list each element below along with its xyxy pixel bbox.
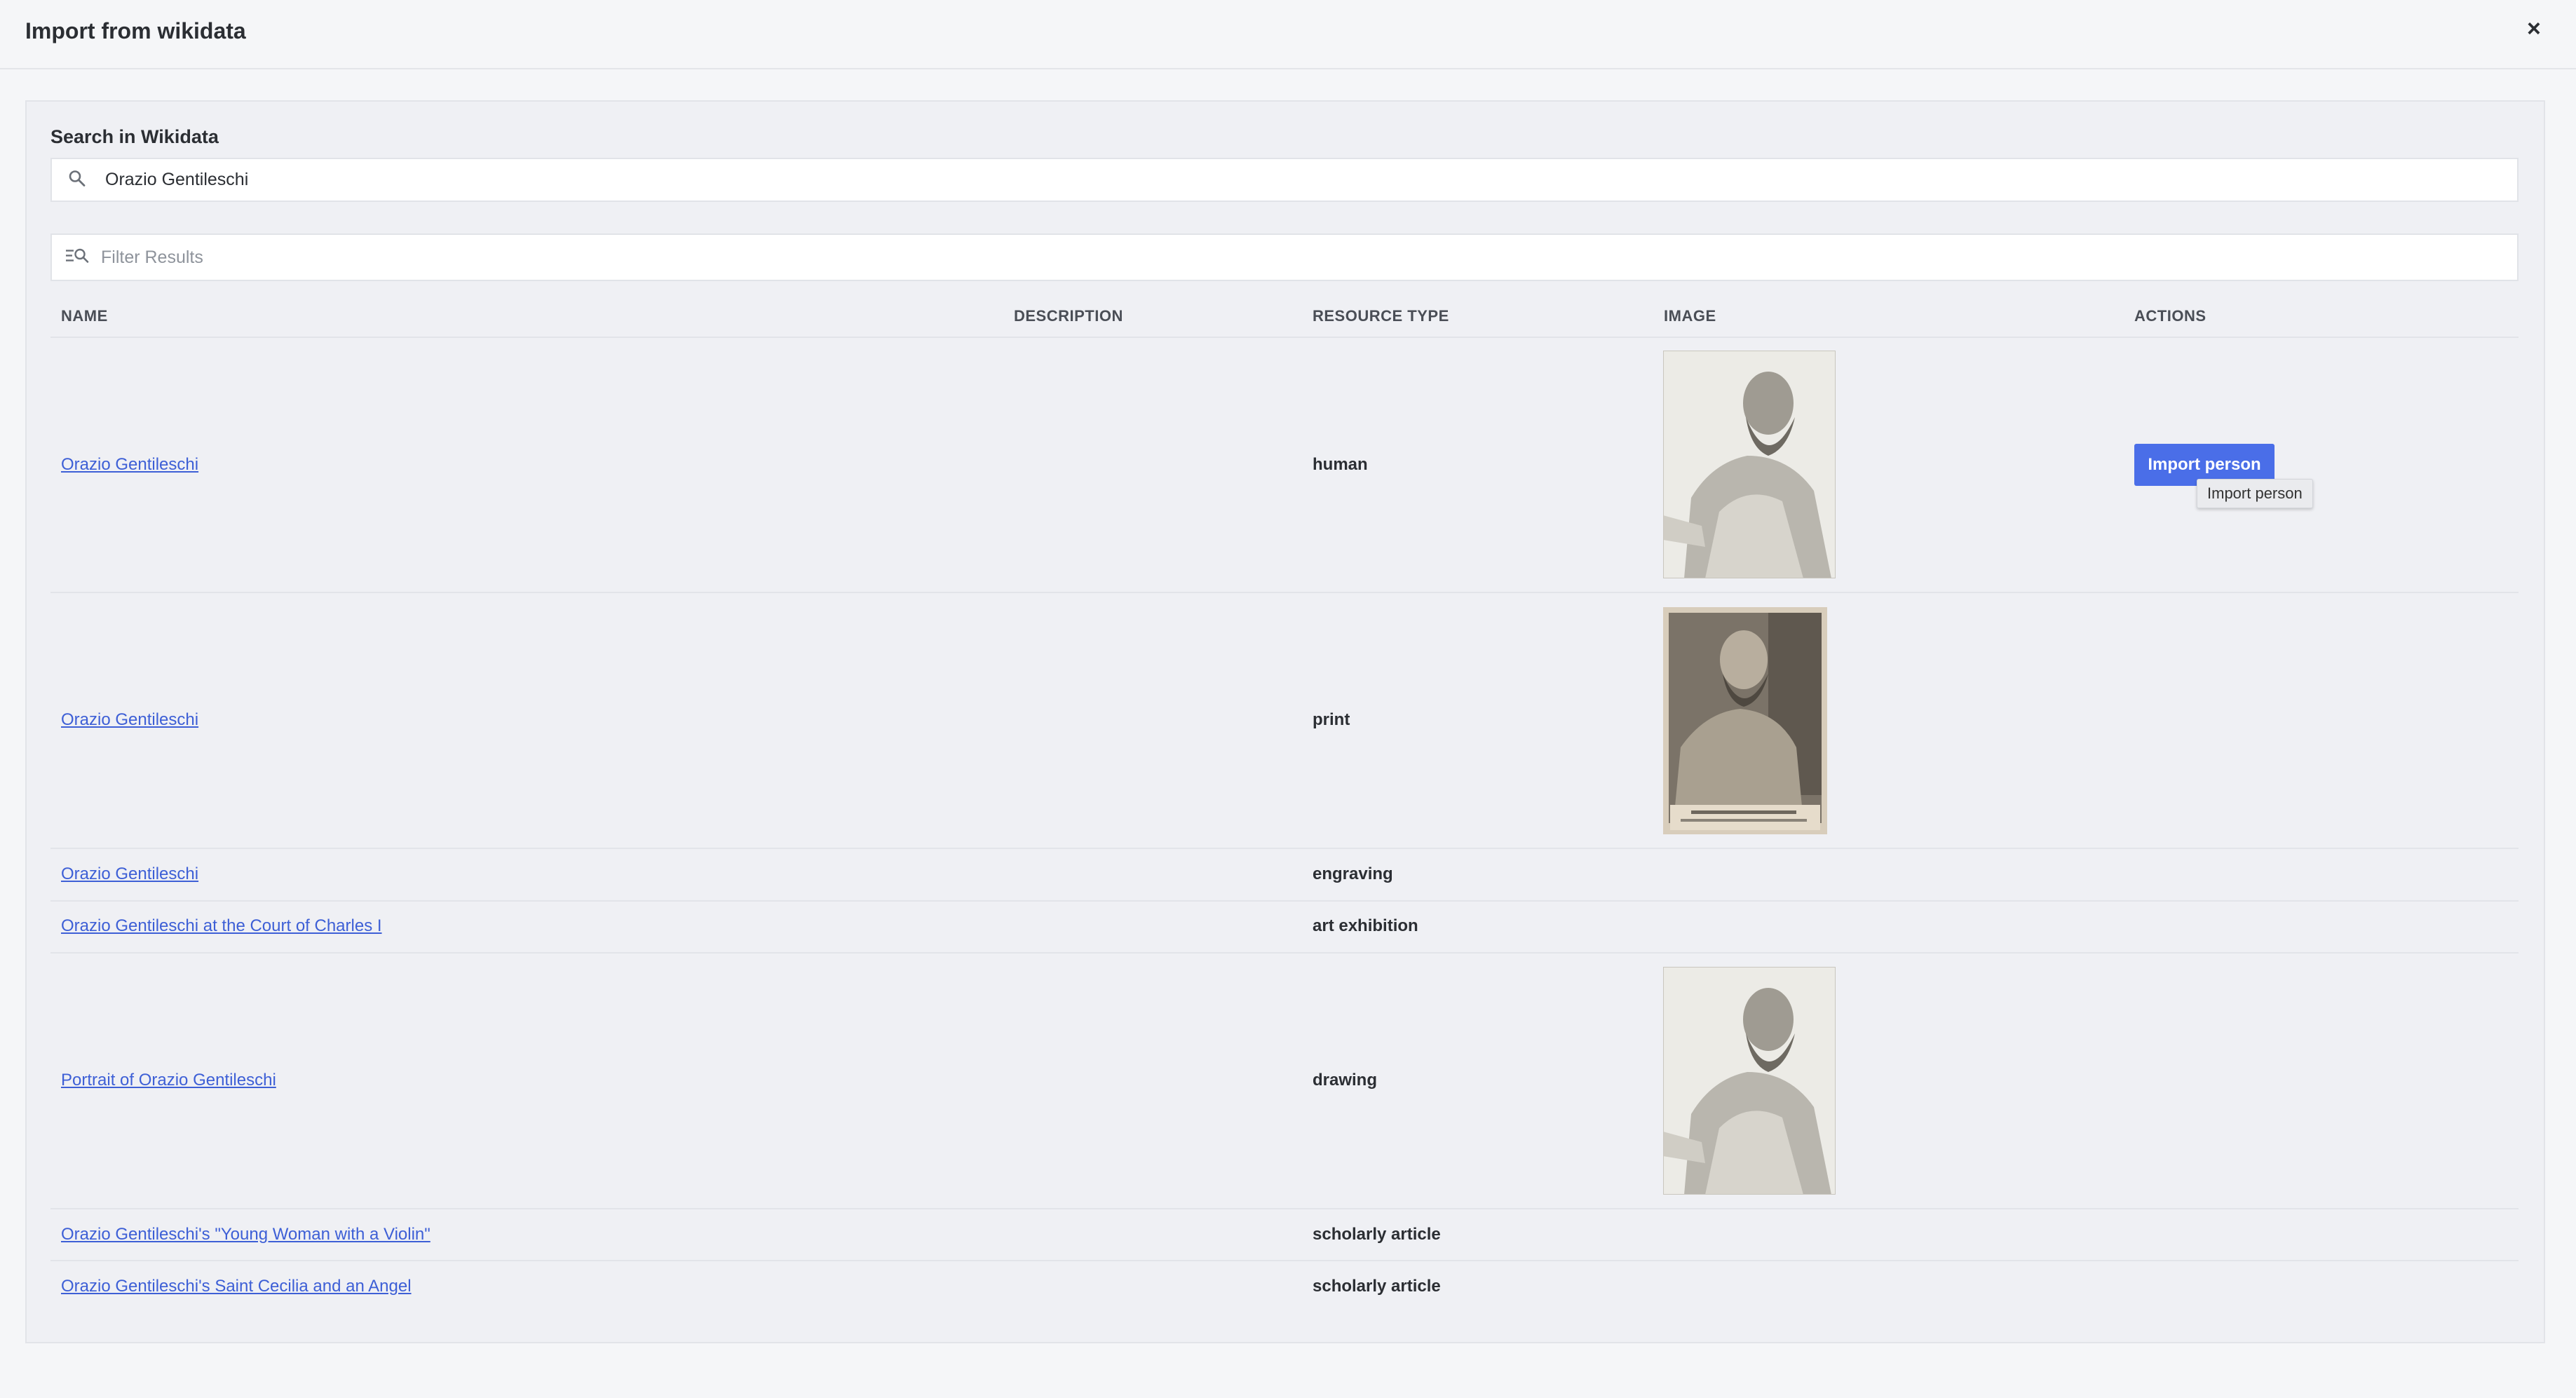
filter-search-icon xyxy=(65,247,90,269)
header-resource-type: RESOURCE TYPE xyxy=(1313,307,1449,325)
resource-type: scholarly article xyxy=(1313,1277,1441,1296)
header-actions: ACTIONS xyxy=(2134,307,2206,325)
result-name-link[interactable]: Orazio Gentileschi's Saint Cecilia and a… xyxy=(61,1277,412,1296)
header-description: DESCRIPTION xyxy=(1014,307,1123,325)
search-field[interactable] xyxy=(50,158,2519,202)
result-image[interactable] xyxy=(1663,967,1836,1195)
result-name-link[interactable]: Orazio Gentileschi at the Court of Charl… xyxy=(61,916,382,936)
result-name-link[interactable]: Orazio Gentileschi's "Young Woman with a… xyxy=(61,1225,431,1244)
modal-header: Import from wikidata × xyxy=(0,0,2576,69)
header-name: NAME xyxy=(61,307,108,325)
row-divider xyxy=(50,952,2519,954)
row-divider xyxy=(50,1260,2519,1261)
close-icon[interactable]: × xyxy=(2527,15,2541,43)
row-divider xyxy=(50,848,2519,849)
result-image[interactable] xyxy=(1663,607,1827,834)
result-name-link[interactable]: Orazio Gentileschi xyxy=(61,864,198,884)
resource-type: print xyxy=(1313,710,1350,729)
resource-type: engraving xyxy=(1313,864,1393,883)
resource-type: art exhibition xyxy=(1313,916,1418,935)
row-divider xyxy=(50,592,2519,593)
filter-input[interactable] xyxy=(101,235,2415,280)
search-panel xyxy=(25,100,2545,1343)
row-divider xyxy=(50,337,2519,338)
modal-title: Import from wikidata xyxy=(25,18,246,43)
import-person-tooltip: Import person xyxy=(2197,479,2313,508)
header-image: IMAGE xyxy=(1664,307,1716,325)
filter-field[interactable] xyxy=(50,233,2519,281)
search-label: Search in Wikidata xyxy=(50,126,219,147)
resource-type: human xyxy=(1313,455,1368,474)
resource-type: drawing xyxy=(1313,1071,1378,1090)
resource-type: scholarly article xyxy=(1313,1225,1441,1244)
row-divider xyxy=(50,1208,2519,1209)
result-name-link[interactable]: Portrait of Orazio Gentileschi xyxy=(61,1071,276,1090)
result-image[interactable] xyxy=(1663,351,1836,578)
search-input[interactable] xyxy=(105,159,2419,201)
result-name-link[interactable]: Orazio Gentileschi xyxy=(61,710,198,730)
row-divider xyxy=(50,900,2519,902)
result-name-link[interactable]: Orazio Gentileschi xyxy=(61,455,198,475)
search-icon xyxy=(67,168,87,191)
